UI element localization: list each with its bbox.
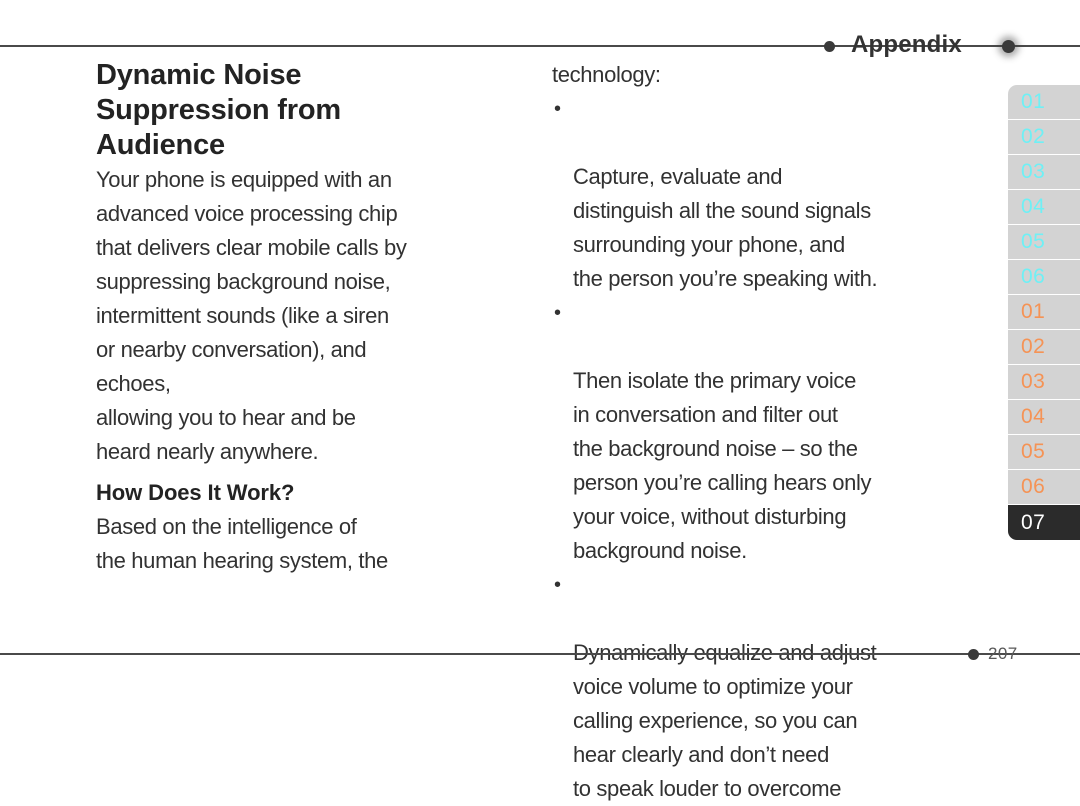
article-intro-continued-paragraph: allowing you to hear and be heard nearly… xyxy=(96,405,356,464)
section-subheading-body: Based on the intelligence of the human h… xyxy=(96,514,388,573)
list-item-text: Dynamically equalize and adjust voice vo… xyxy=(573,640,877,801)
bullet-dot-icon: • xyxy=(554,302,561,324)
chapter-tab-strip: 01 02 03 04 05 06 01 02 03 04 05 06 07 xyxy=(1008,85,1080,540)
bullet-dot-icon: • xyxy=(554,574,561,596)
chapter-tab-b-07-active[interactable]: 07 xyxy=(1008,505,1080,540)
footer-dot-icon xyxy=(968,648,979,660)
page-title: Appendix xyxy=(851,31,962,58)
chapter-tab-a-06[interactable]: 06 xyxy=(1008,260,1080,294)
header-dot-right-icon xyxy=(1002,39,1015,53)
article-content: Dynamic Noise Suppression from Audience … xyxy=(0,58,1000,801)
chapter-tab-a-01[interactable]: 01 xyxy=(1008,85,1080,119)
article-intro-paragraph: Your phone is equipped with an advanced … xyxy=(96,167,407,396)
column-left: Dynamic Noise Suppression from Audience … xyxy=(96,58,526,578)
bullet-dot-icon: • xyxy=(554,98,561,120)
header-dot-left-icon xyxy=(824,40,835,52)
chapter-tab-b-03[interactable]: 03 xyxy=(1008,365,1080,399)
list-item: • Dynamically equalize and adjust voice … xyxy=(552,568,997,806)
chapter-tab-b-04[interactable]: 04 xyxy=(1008,400,1080,434)
chapter-tab-a-03[interactable]: 03 xyxy=(1008,155,1080,189)
section-subheading: How Does It Work? xyxy=(96,480,295,505)
list-item-text: Then isolate the primary voice in conver… xyxy=(573,368,872,563)
chapter-tab-b-05[interactable]: 05 xyxy=(1008,435,1080,469)
chapter-tab-b-06[interactable]: 06 xyxy=(1008,470,1080,504)
page-number: 207 xyxy=(988,644,1018,663)
chapter-tab-b-01[interactable]: 01 xyxy=(1008,295,1080,329)
chapter-tab-a-04[interactable]: 04 xyxy=(1008,190,1080,224)
chapter-tab-a-05[interactable]: 05 xyxy=(1008,225,1080,259)
list-item: • Capture, evaluate and distinguish all … xyxy=(552,92,997,296)
feature-bullet-list: • Capture, evaluate and distinguish all … xyxy=(552,92,997,806)
article-title: Dynamic Noise Suppression from Audience xyxy=(96,59,341,161)
chapter-tab-b-02[interactable]: 02 xyxy=(1008,330,1080,364)
list-item-text: Capture, evaluate and distinguish all th… xyxy=(573,164,878,291)
right-column-lead: technology: xyxy=(552,62,661,87)
footer-rule xyxy=(0,653,1080,655)
chapter-tab-a-02[interactable]: 02 xyxy=(1008,120,1080,154)
list-item: • Then isolate the primary voice in conv… xyxy=(552,296,997,568)
column-right: technology: • Capture, evaluate and dist… xyxy=(552,58,997,806)
